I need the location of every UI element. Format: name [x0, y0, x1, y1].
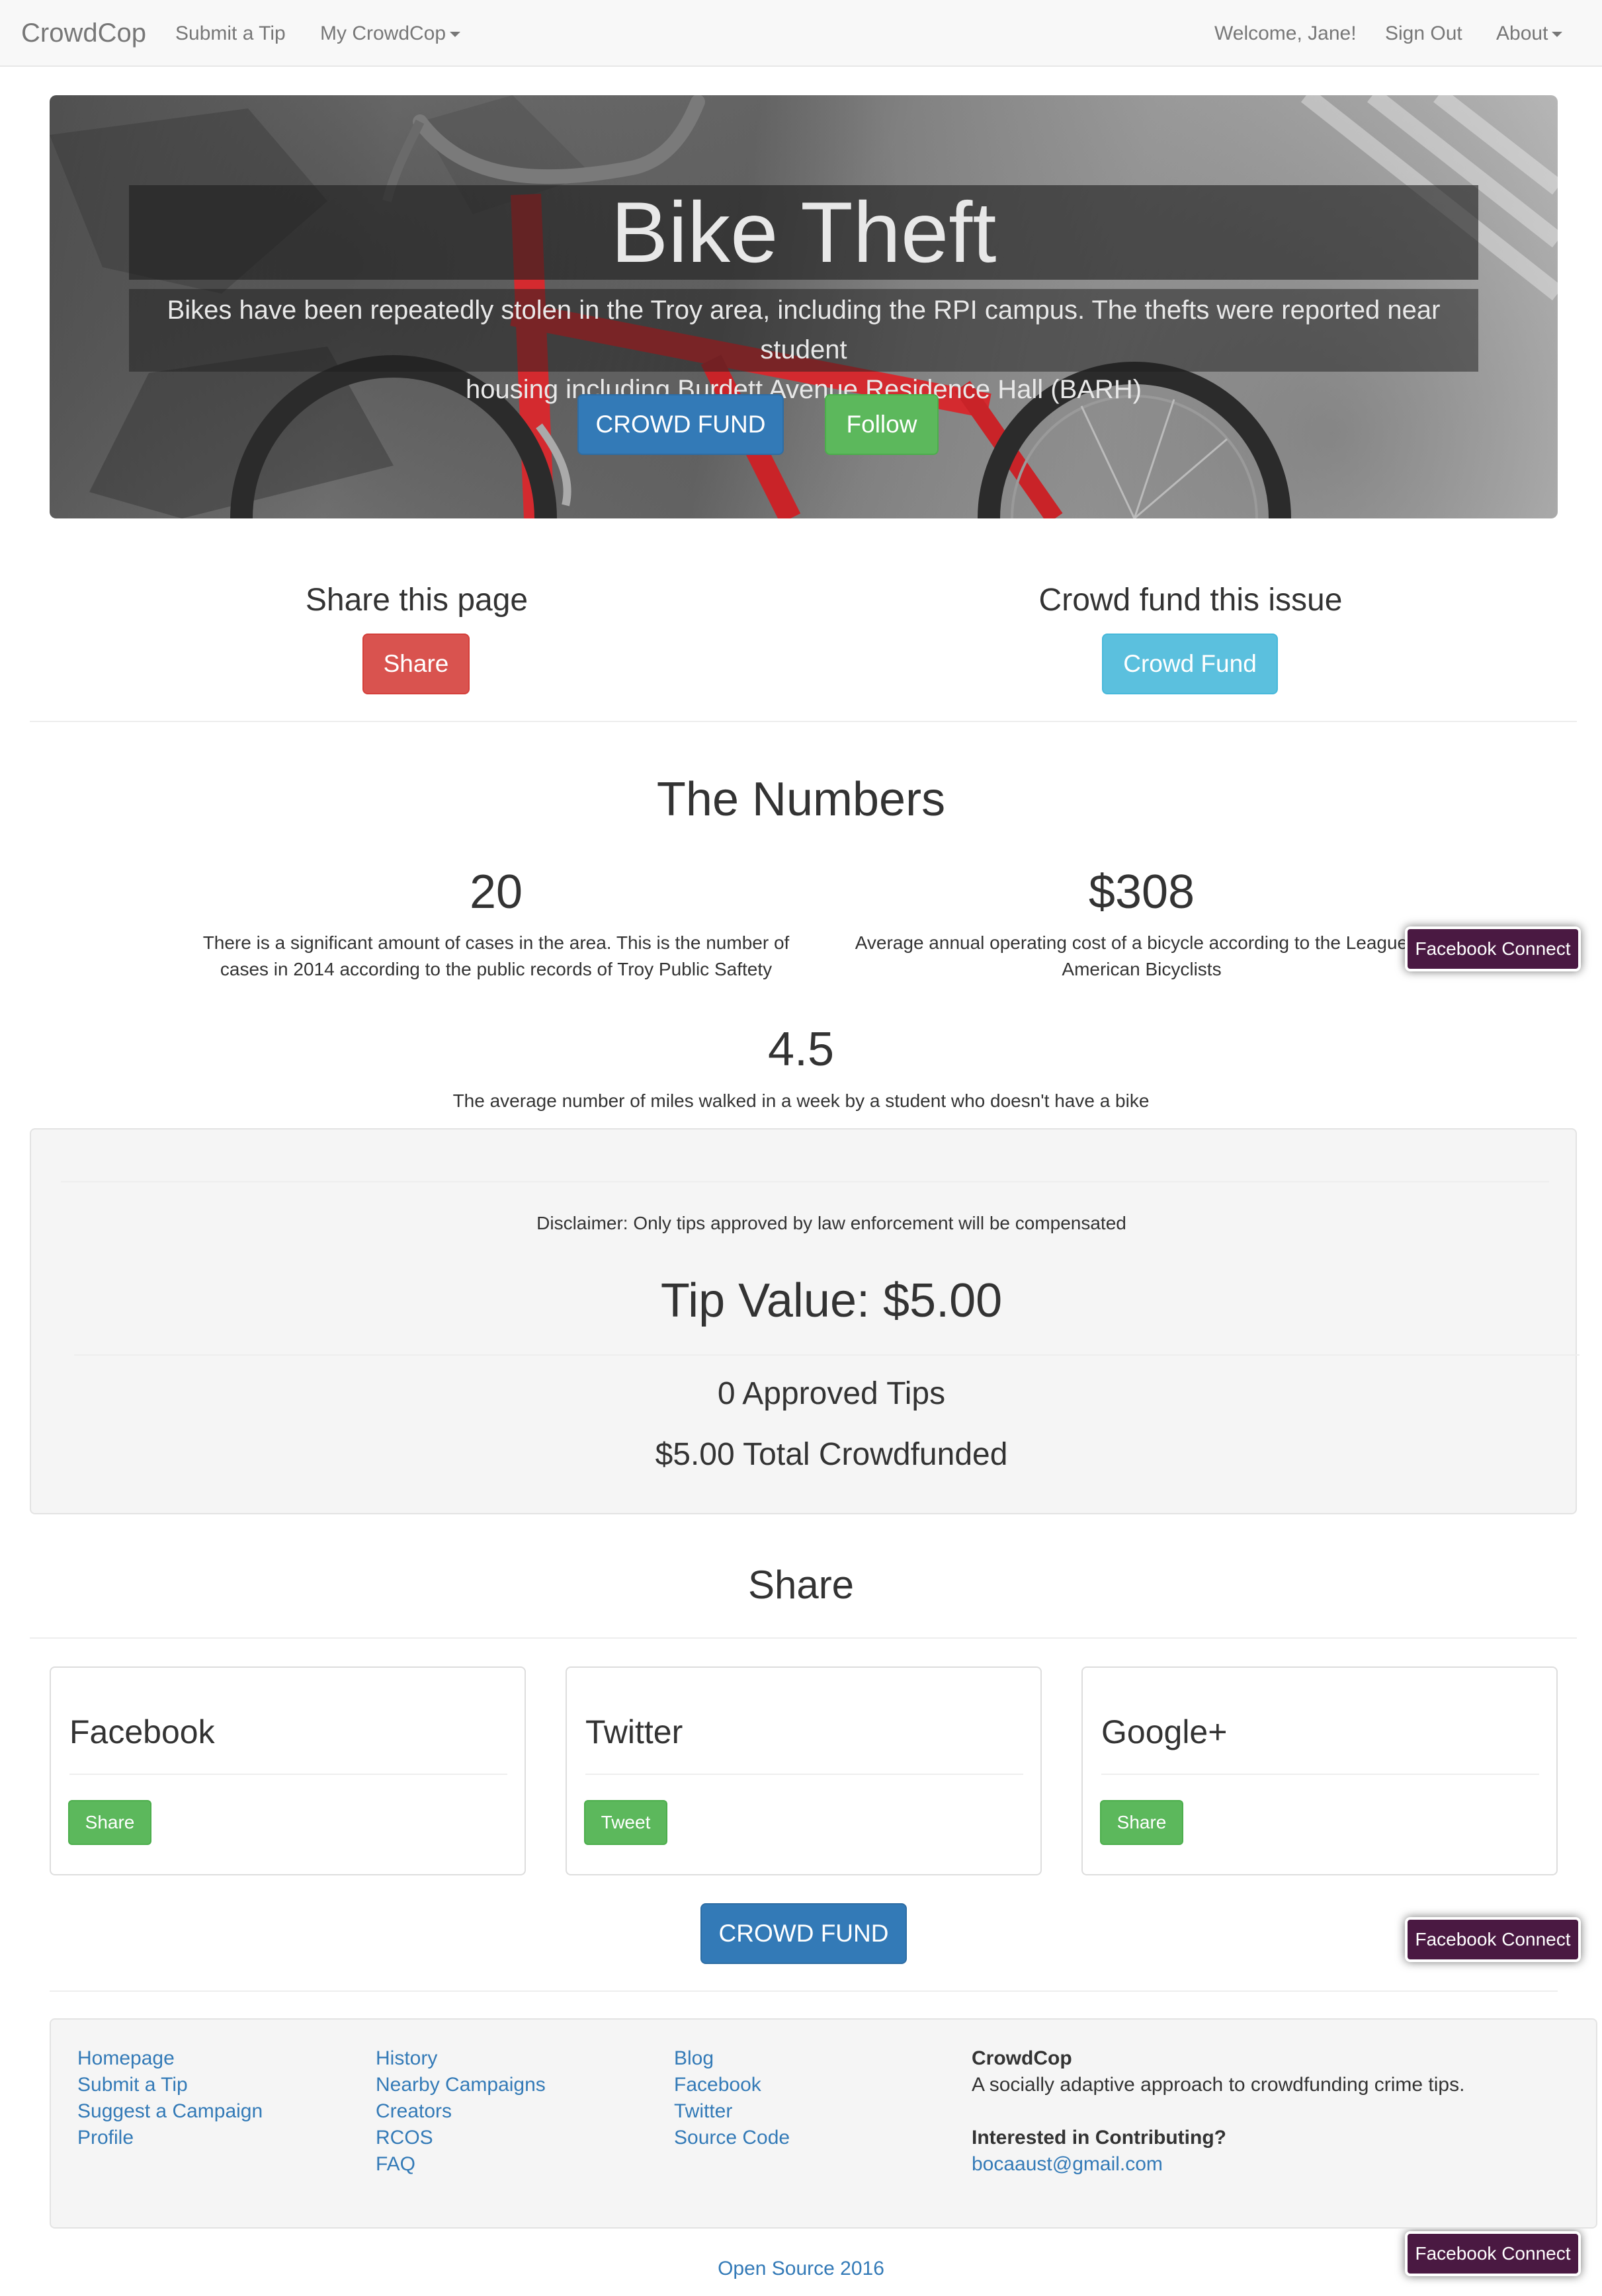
facebook-panel-title: Facebook — [69, 1713, 215, 1750]
divider — [585, 1774, 1023, 1775]
tip-info-panel: Disclaimer: Only tips approved by law en… — [30, 1128, 1580, 1514]
number-desc-cases: There is a significant amount of cases i… — [165, 930, 827, 983]
hero-description-line1: Bikes have been repeatedly stolen in the… — [167, 296, 1441, 364]
divider — [69, 1774, 507, 1775]
footer-link-homepage[interactable]: Homepage — [77, 2047, 175, 2070]
footer: Homepage Submit a Tip Suggest a Campaign… — [50, 2018, 1597, 2229]
facebook-share-button[interactable]: Share — [68, 1800, 151, 1845]
number-value-cases: 20 — [469, 866, 523, 919]
number-desc-miles: The average number of miles walked in a … — [452, 1090, 1150, 1111]
hero-banner: Bike Theft Bikes have been repeatedly st… — [50, 95, 1558, 518]
footer-link-blog[interactable]: Blog — [674, 2047, 714, 2070]
footer-link-twitter[interactable]: Twitter — [674, 2100, 732, 2123]
twitter-panel-title: Twitter — [585, 1713, 683, 1750]
facebook-connect-button[interactable]: Facebook Connect — [1405, 1917, 1581, 1962]
footer-link-facebook[interactable]: Facebook — [674, 2074, 761, 2096]
footer-link-faq[interactable]: FAQ — [376, 2153, 415, 2176]
footer-about-title: CrowdCop — [972, 2047, 1072, 2069]
divider — [50, 1990, 1558, 1992]
numbers-heading: The Numbers — [656, 773, 946, 826]
divider — [61, 1181, 1549, 1182]
footer-link-history[interactable]: History — [376, 2047, 437, 2070]
googleplus-panel-title: Google+ — [1101, 1713, 1228, 1750]
footer-contrib-email[interactable]: bocaaust@gmail.com — [972, 2153, 1163, 2176]
facebook-connect-button[interactable]: Facebook Connect — [1405, 926, 1581, 971]
nav-my-crowdcop-label: My CrowdCop — [320, 22, 446, 44]
twitter-panel: Twitter Tweet — [566, 1666, 1042, 1875]
googleplus-share-button[interactable]: Share — [1100, 1800, 1183, 1845]
navbar: CrowdCop Submit a Tip My CrowdCop Welcom… — [0, 0, 1602, 67]
approved-tips: 0 Approved Tips — [717, 1376, 946, 1411]
number-desc-cost: Average annual operating cost of a bicyc… — [811, 930, 1472, 983]
nav-about-label: About — [1496, 22, 1548, 44]
facebook-panel: Facebook Share — [50, 1666, 526, 1875]
number-value-miles: 4.5 — [767, 1023, 835, 1076]
crowd-fund-issue-heading: Crowd fund this issue — [1038, 583, 1343, 618]
caret-down-icon — [450, 32, 461, 38]
number-desc-cases-line1: There is a significant amount of cases i… — [202, 932, 790, 953]
tip-value: Tip Value: $5.00 — [660, 1274, 1003, 1327]
divider — [1101, 1774, 1539, 1775]
footer-link-suggest-campaign[interactable]: Suggest a Campaign — [77, 2100, 263, 2123]
footer-about-text: A socially adaptive approach to crowdfun… — [972, 2074, 1465, 2096]
share-page-heading: Share this page — [305, 583, 528, 618]
footer-contrib-title: Interested in Contributing? — [972, 2127, 1226, 2149]
hero-crowd-fund-button[interactable]: CROWD FUND — [577, 394, 784, 455]
footer-link-source-code[interactable]: Source Code — [674, 2127, 790, 2149]
footer-open-source-link[interactable]: Open Source 2016 — [0, 2258, 1602, 2280]
hero-description-box: Bikes have been repeatedly stolen in the… — [129, 289, 1478, 404]
bottom-crowd-fund-button[interactable]: CROWD FUND — [700, 1903, 907, 1964]
nav-my-crowdcop[interactable]: My CrowdCop — [320, 0, 461, 67]
hero-description: Bikes have been repeatedly stolen in the… — [129, 289, 1478, 409]
brand-link[interactable]: CrowdCop — [21, 0, 146, 67]
nav-about[interactable]: About — [1496, 0, 1563, 67]
footer-link-profile[interactable]: Profile — [77, 2127, 134, 2149]
number-desc-cases-line2: cases in 2014 according to the public re… — [220, 959, 773, 979]
hero-title: Bike Theft — [611, 184, 997, 280]
nav-welcome[interactable]: Welcome, Jane! — [1214, 0, 1357, 67]
divider — [74, 1354, 1580, 1356]
number-desc-cost-line2: American Bicyclists — [1062, 959, 1222, 979]
hero-follow-button[interactable]: Follow — [825, 394, 939, 455]
number-desc-cost-line1: Average annual operating cost of a bicyc… — [855, 932, 1429, 953]
share-page-button[interactable]: Share — [362, 634, 470, 694]
nav-sign-out[interactable]: Sign Out — [1385, 0, 1462, 67]
footer-link-rcos[interactable]: RCOS — [376, 2127, 433, 2149]
footer-link-creators[interactable]: Creators — [376, 2100, 452, 2123]
tip-disclaimer: Disclaimer: Only tips approved by law en… — [536, 1213, 1126, 1233]
caret-down-icon — [1552, 32, 1563, 38]
number-value-cost: $308 — [1088, 866, 1195, 919]
divider — [30, 1637, 1577, 1639]
twitter-tweet-button[interactable]: Tweet — [584, 1800, 667, 1845]
total-crowdfunded: $5.00 Total Crowdfunded — [655, 1437, 1008, 1472]
googleplus-panel: Google+ Share — [1081, 1666, 1558, 1875]
hero-description-line2: housing including Burdett Avenue Residen… — [465, 375, 1142, 404]
divider — [30, 721, 1577, 722]
footer-link-nearby-campaigns[interactable]: Nearby Campaigns — [376, 2074, 546, 2096]
crowd-fund-issue-button[interactable]: Crowd Fund — [1102, 634, 1278, 694]
footer-link-submit-tip[interactable]: Submit a Tip — [77, 2074, 188, 2096]
nav-submit-tip[interactable]: Submit a Tip — [175, 0, 286, 67]
hero-title-box: Bike Theft — [129, 185, 1478, 280]
share-heading: Share — [747, 1563, 855, 1607]
